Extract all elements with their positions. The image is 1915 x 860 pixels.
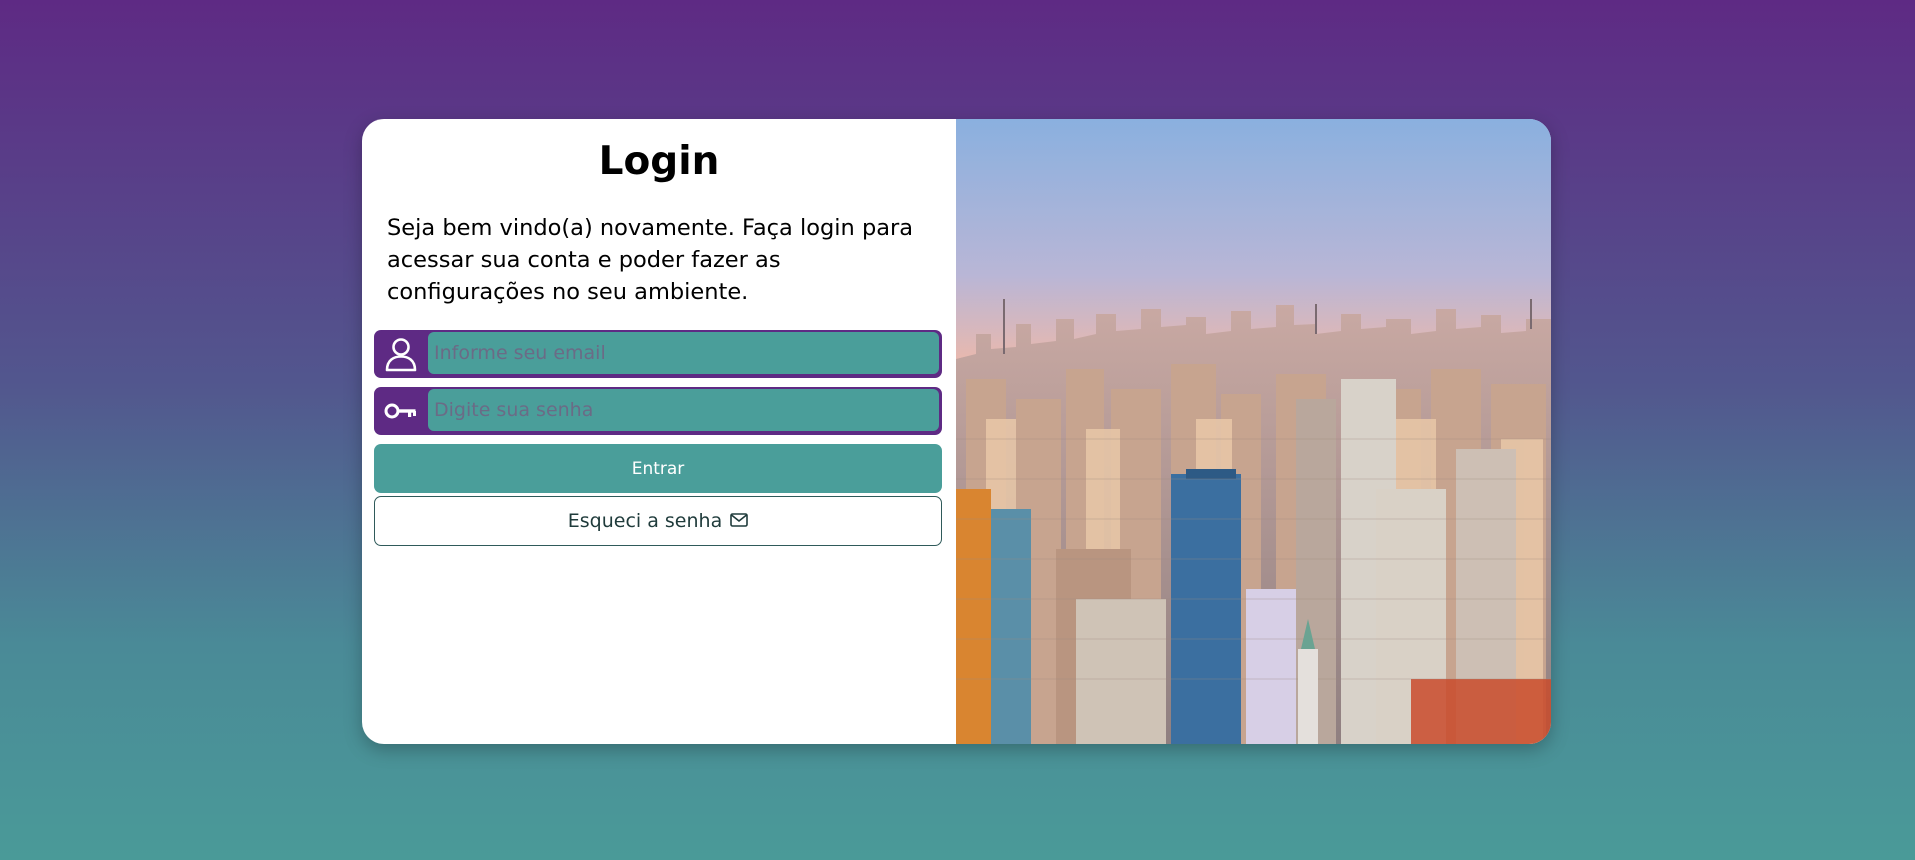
forgot-password-button[interactable]: Esqueci a senha [374, 496, 942, 546]
welcome-text: Seja bem vindo(a) novamente. Faça login … [387, 215, 914, 305]
login-panel: Login Seja bem vindo(a) novamente. Faça … [362, 119, 956, 744]
forgot-password-label: Esqueci a senha [567, 510, 723, 532]
envelope-icon [730, 510, 749, 532]
password-field-group [374, 387, 942, 435]
login-button[interactable]: Entrar [374, 444, 942, 493]
user-icon [374, 330, 427, 378]
email-input[interactable] [428, 332, 939, 374]
city-skyline-image [956, 119, 1551, 744]
page-title: Login [598, 139, 720, 184]
key-icon [374, 387, 427, 435]
email-field-group [374, 330, 942, 378]
password-input[interactable] [428, 389, 939, 431]
login-card: Login Seja bem vindo(a) novamente. Faça … [362, 119, 1551, 744]
